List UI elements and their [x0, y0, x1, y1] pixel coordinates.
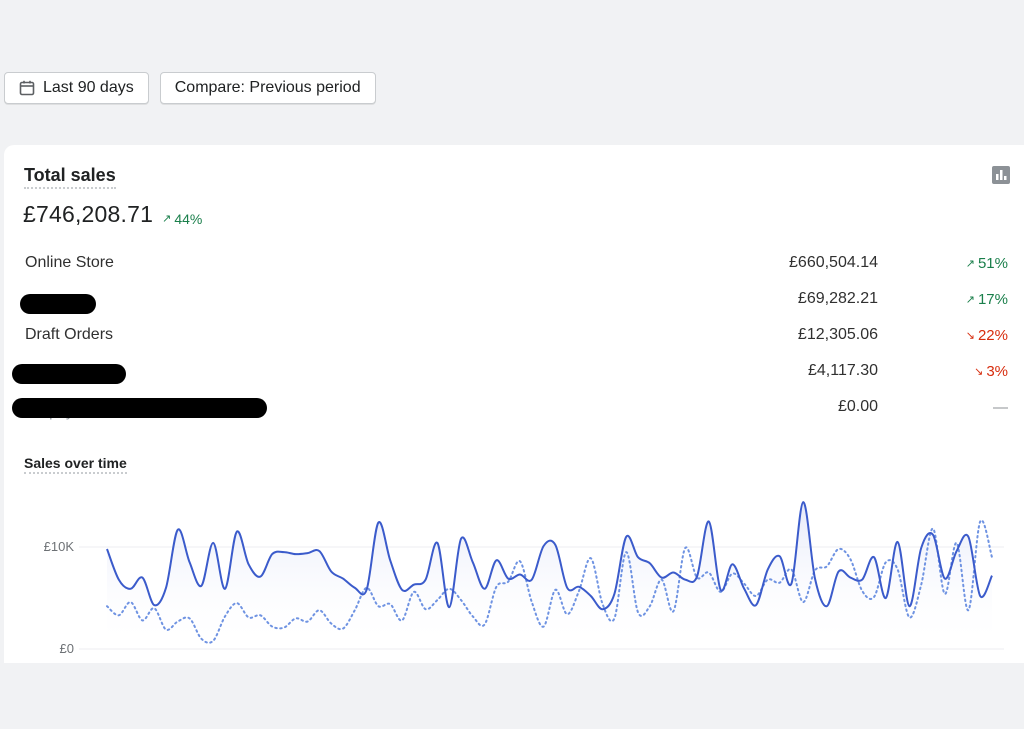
date-range-label: Last 90 days [43, 79, 134, 96]
sales-channel-breakdown: Online Store £660,504.14 ↗ 51% £69,282.2… [4, 249, 1024, 429]
total-sales-summary: £746,208.71 ↗ 44% [23, 201, 202, 228]
total-delta-value: 44% [174, 210, 203, 227]
channel-amount: £4,117.30 [808, 362, 878, 379]
channel-label: Online Store [25, 254, 114, 271]
date-range-button[interactable]: Last 90 days [4, 72, 149, 104]
channel-row-redacted-3: pify Mobile for Android £0.00 — [4, 393, 1024, 429]
channel-amount: £69,282.21 [797, 290, 878, 307]
channel-row-redacted-1: £69,282.21 ↗ 17% [4, 285, 1024, 321]
channel-row-draft-orders: Draft Orders £12,305.06 ↘ 22% [4, 321, 1024, 357]
channel-delta-value: 51% [977, 255, 1008, 272]
current-period-area [107, 502, 992, 649]
channel-amount: £660,504.14 [789, 254, 878, 271]
arrow-down-icon: ↘ [965, 330, 975, 342]
total-sales-value: £746,208.71 [23, 201, 154, 227]
channel-delta: ↘ 22% [966, 327, 1008, 344]
bar-chart-icon[interactable] [992, 166, 1010, 184]
card-title[interactable]: Total sales [24, 165, 116, 189]
arrow-up-icon: ↗ [965, 258, 975, 270]
channel-delta: ↗ 51% [966, 255, 1008, 272]
sales-over-time-title[interactable]: Sales over time [24, 455, 127, 474]
channel-delta-value: — [993, 399, 1008, 416]
channel-amount: £12,305.06 [797, 326, 878, 343]
channel-amount: £0.00 [837, 398, 878, 415]
redaction-mark [20, 294, 96, 314]
total-sales-card: Total sales £746,208.71 ↗ 44% Online Sto… [4, 145, 1024, 663]
sales-over-time-chart: £10K £0 [44, 501, 1004, 656]
channel-delta-value: 17% [977, 291, 1008, 308]
channel-delta: — [993, 399, 1008, 416]
channel-delta: ↘ 3% [974, 363, 1008, 380]
redaction-mark [12, 364, 126, 384]
channel-delta: ↗ 17% [966, 291, 1008, 308]
arrow-down-icon: ↘ [974, 366, 984, 378]
compare-period-button[interactable]: Compare: Previous period [159, 72, 376, 104]
channel-label: Draft Orders [25, 326, 114, 343]
y-tick-10k: £10K [44, 539, 75, 554]
date-toolbar: Last 90 days Compare: Previous period [4, 72, 376, 104]
y-tick-0: £0 [60, 641, 74, 656]
redaction-mark [12, 398, 267, 418]
channel-row-online-store: Online Store £660,504.14 ↗ 51% [4, 249, 1024, 285]
channel-row-redacted-2: £4,117.30 ↘ 3% [4, 357, 1024, 393]
calendar-icon [19, 80, 35, 96]
channel-delta-value: 3% [986, 363, 1008, 380]
arrow-up-icon: ↗ [965, 294, 975, 306]
arrow-up-icon: ↗ [162, 213, 172, 225]
total-sales-delta: ↗ 44% [162, 211, 202, 227]
compare-period-label: Compare: Previous period [174, 79, 361, 96]
channel-delta-value: 22% [977, 327, 1008, 344]
